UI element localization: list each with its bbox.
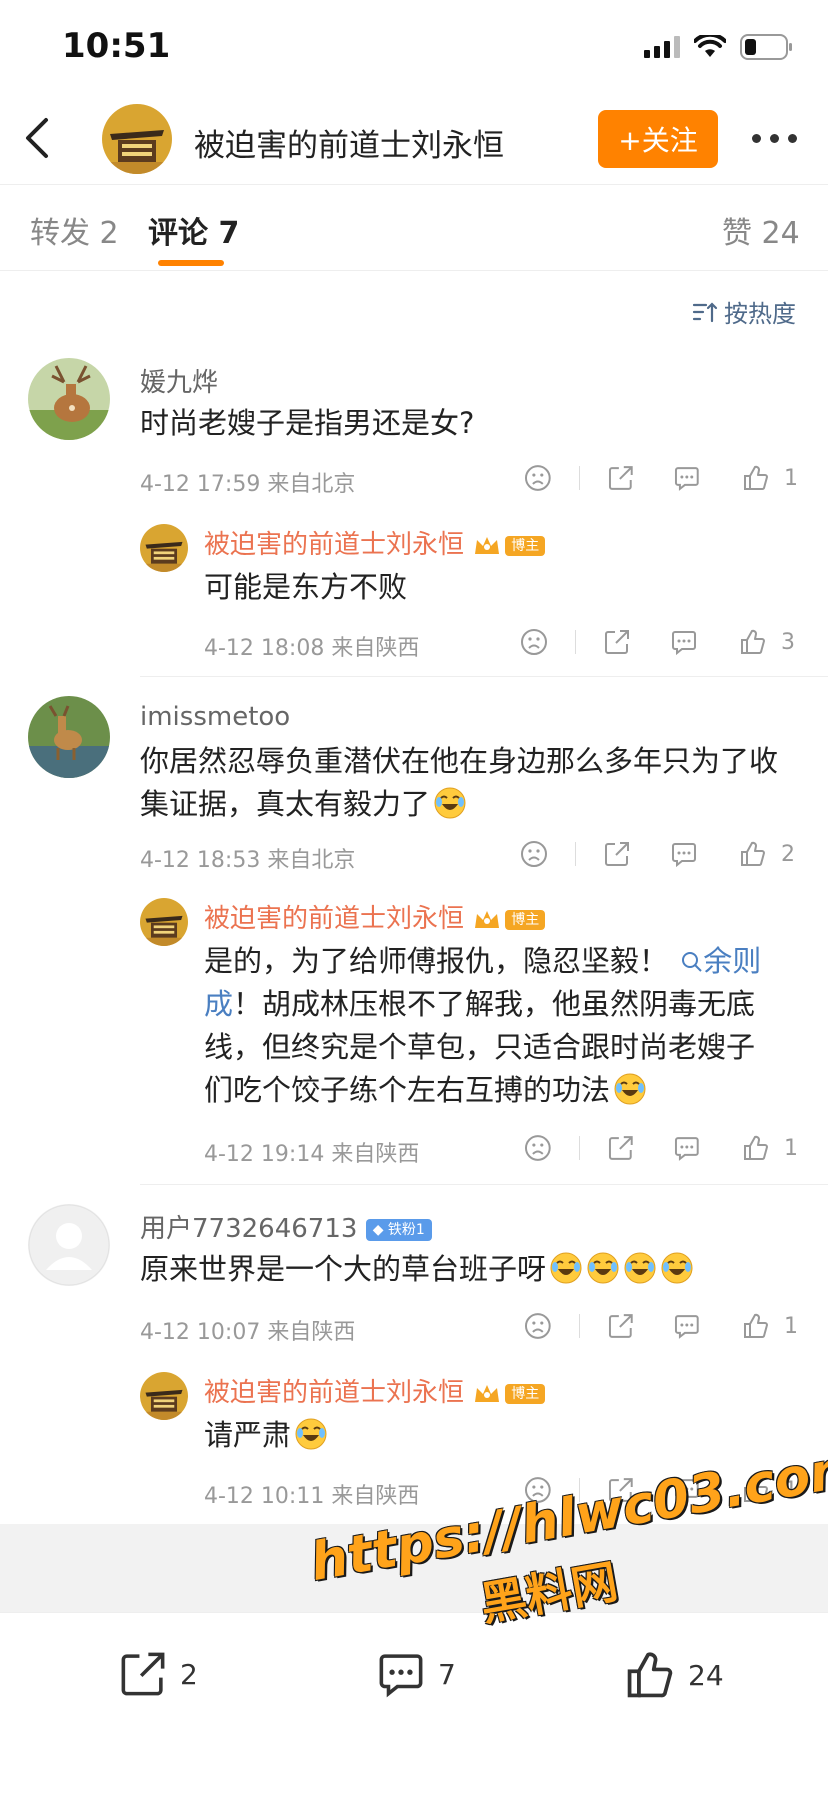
like-icon [739, 840, 767, 868]
comment-text: 时尚老嫂子是指男还是女? [140, 406, 475, 440]
like-button[interactable]: 2 [739, 840, 795, 868]
reply-icon[interactable] [670, 628, 698, 656]
laughing-tears-emoji [294, 1417, 328, 1451]
bottom-comment-button[interactable]: 7 [376, 1649, 456, 1699]
reply-icon[interactable] [670, 840, 698, 868]
comment-divider [140, 1184, 828, 1185]
reply-author-name[interactable]: 被迫害的前道士刘永恒 博主 [204, 1372, 546, 1409]
follow-button[interactable]: +关注 [598, 110, 718, 168]
like-button[interactable]: 1 [742, 1134, 798, 1162]
laughing-tears-emoji [433, 786, 467, 820]
crown-icon [472, 908, 502, 932]
share-icon[interactable] [603, 840, 631, 868]
tab-bar: 转发 2 评论 7 赞 24 [0, 186, 828, 271]
reply-icon[interactable] [673, 464, 701, 492]
back-arrow-icon[interactable] [18, 116, 58, 160]
commenter-name[interactable]: imissmetoo [140, 702, 290, 732]
tab-like[interactable]: 赞 24 [722, 208, 800, 252]
blogger-avatar[interactable] [140, 524, 188, 572]
blogger-avatar[interactable] [140, 898, 188, 946]
crown-icon [472, 534, 502, 558]
battery-icon [740, 34, 792, 60]
reply-author-name[interactable]: 被迫害的前道士刘永恒 博主 [204, 898, 546, 935]
laughing-tears-emoji [586, 1251, 620, 1285]
topic-link[interactable]: 余则 [668, 944, 761, 978]
laughing-tears-emoji [549, 1251, 583, 1285]
like-icon [742, 1312, 770, 1340]
commenter-name[interactable]: 媛九烨 [140, 362, 218, 399]
like-button[interactable]: 1 [742, 1312, 798, 1340]
reply-author-name[interactable]: 被迫害的前道士刘永恒 博主 [204, 524, 546, 561]
dislike-icon[interactable] [524, 1312, 552, 1340]
reply-text: 请严肃 [204, 1414, 328, 1457]
laughing-tears-emoji [613, 1072, 647, 1106]
dislike-icon[interactable] [520, 840, 548, 868]
reply-actions: 3 [520, 628, 798, 656]
reply-icon[interactable] [673, 1312, 701, 1340]
comment-actions: 1 [524, 1312, 798, 1340]
comment-meta: 4-12 17:59 来自北京 [140, 472, 356, 497]
bottom-repost-button[interactable]: 2 [118, 1649, 198, 1699]
comment-actions: 1 [524, 464, 798, 492]
sort-toggle[interactable]: 按热度 [692, 294, 796, 329]
dislike-icon[interactable] [524, 464, 552, 492]
bottom-like-button[interactable]: 24 [624, 1649, 724, 1701]
tab-repost[interactable]: 转发 2 [30, 208, 119, 252]
laughing-tears-emoji [623, 1251, 657, 1285]
reply-text: 是的，为了给师傅报仇，隐忍坚毅！ 余则 成！胡成林压根不了解我，他虽然阴毒无底 … [204, 944, 762, 1107]
comment-meta: 4-12 10:07 来自陕西 [140, 1320, 356, 1345]
commenter-avatar[interactable] [28, 696, 110, 778]
comment-icon [379, 1654, 423, 1698]
reply-meta: 4-12 10:11 来自陕西 [204, 1484, 420, 1509]
like-button[interactable]: 1 [742, 464, 798, 492]
sort-icon [692, 301, 718, 322]
more-options-icon[interactable] [752, 126, 800, 150]
laughing-tears-emoji [660, 1251, 694, 1285]
like-button[interactable]: 3 [739, 628, 795, 656]
author-avatar[interactable] [102, 104, 172, 174]
search-icon [682, 952, 702, 972]
dislike-icon[interactable] [524, 1134, 552, 1162]
comment-text: 你居然忍辱负重潜伏在他在身边那么多年只为了收 集证据，真太有毅力了 [140, 744, 779, 821]
comment-meta: 4-12 18:53 来自北京 [140, 848, 356, 873]
commenter-avatar[interactable] [28, 358, 110, 440]
thumbs-up-icon [627, 1652, 673, 1698]
repost-icon [121, 1652, 165, 1696]
signal-icon [644, 36, 680, 58]
blogger-badge: 博主 [472, 534, 546, 558]
tab-active-indicator [158, 260, 224, 266]
comment-divider [140, 676, 828, 677]
wifi-icon [694, 35, 726, 57]
reply-meta: 4-12 19:14 来自陕西 [204, 1142, 420, 1167]
blogger-badge: 博主 [472, 908, 546, 932]
reply-actions: 1 [524, 1134, 798, 1162]
commenter-name[interactable]: 用户7732646713 ◆ 铁粉1 [140, 1208, 432, 1245]
status-icons [644, 34, 794, 60]
like-icon [739, 628, 767, 656]
sort-label: 按热度 [724, 300, 796, 328]
reply-text: 可能是东方不败 [204, 570, 408, 604]
fan-badge: ◆ 铁粉1 [365, 1218, 432, 1241]
share-icon[interactable] [607, 1134, 635, 1162]
blogger-avatar[interactable] [140, 1372, 188, 1420]
share-icon[interactable] [603, 628, 631, 656]
tab-comment[interactable]: 评论 7 [148, 208, 239, 252]
share-icon[interactable] [607, 464, 635, 492]
like-icon [742, 1134, 770, 1162]
status-time: 10:51 [62, 26, 171, 66]
dislike-icon[interactable] [520, 628, 548, 656]
share-icon[interactable] [607, 1312, 635, 1340]
topic-link-cont[interactable]: 成 [204, 987, 233, 1021]
reply-meta: 4-12 18:08 来自陕西 [204, 636, 420, 661]
commenter-avatar[interactable] [28, 1204, 110, 1286]
crown-icon [472, 1382, 502, 1406]
nav-header: 被迫害的前道士刘永恒 +关注 [0, 92, 828, 185]
like-icon [742, 464, 770, 492]
comment-actions: 2 [520, 840, 798, 868]
blogger-badge: 博主 [472, 1382, 546, 1406]
comment-text: 原来世界是一个大的草台班子呀 [140, 1248, 694, 1291]
author-name[interactable]: 被迫害的前道士刘永恒 [194, 120, 504, 165]
reply-icon[interactable] [673, 1134, 701, 1162]
